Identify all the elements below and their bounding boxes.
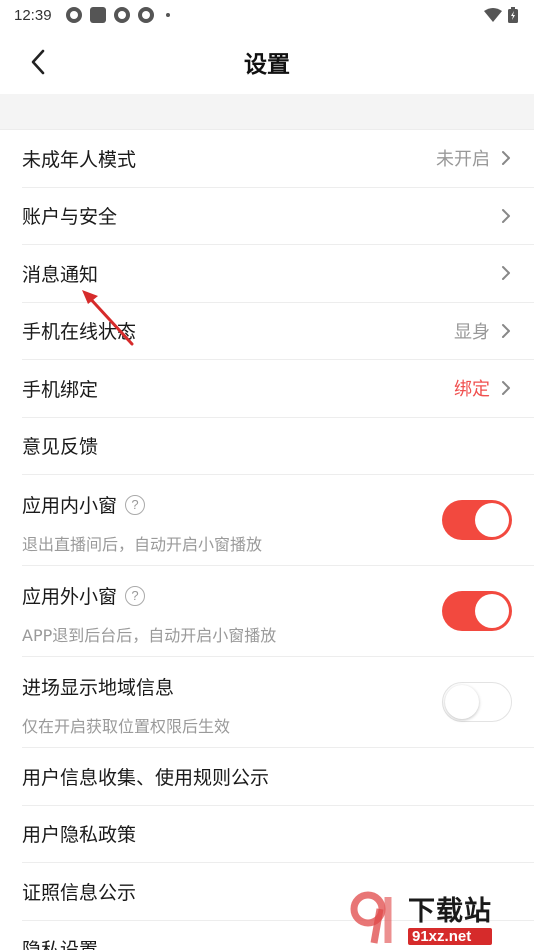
setting-right (442, 566, 512, 656)
setting-right (442, 657, 512, 747)
setting-phone-binding[interactable]: 手机绑定 绑定 (22, 360, 534, 418)
setting-label-group: 进场显示地域信息 (22, 673, 174, 700)
setting-description: 仅在开启获取位置权限后生效 (22, 717, 231, 736)
setting-privacy-policy[interactable]: 用户隐私政策 (22, 806, 534, 863)
toggle-knob (475, 594, 509, 628)
status-time: 12:39 (14, 6, 52, 24)
setting-right (442, 475, 512, 565)
setting-label: 隐私设置 (22, 935, 98, 950)
watermark-text: 下载站 91xz.net (408, 889, 492, 945)
section-divider (0, 94, 534, 130)
status-bar: 12:39 (0, 0, 534, 30)
chevron-right-icon (502, 208, 510, 223)
setting-label: 未成年人模式 (22, 148, 137, 171)
setting-label: 账户与安全 (22, 206, 118, 229)
setting-in-app-window: 应用内小窗 ? 退出直播间后，自动开启小窗播放 (22, 475, 534, 566)
app-circle-icon (65, 7, 82, 23)
status-right-icons (484, 7, 518, 23)
setting-description: APP退到后台后，自动开启小窗播放 (22, 626, 277, 645)
app-circle-icon (113, 7, 130, 23)
setting-right (500, 188, 512, 245)
setting-label-group: 应用外小窗 ? (22, 582, 146, 609)
page-title: 设置 (244, 52, 290, 78)
setting-value: 绑定 (454, 379, 490, 401)
help-icon[interactable]: ? (125, 494, 146, 515)
chevron-right-icon (502, 323, 510, 338)
dot-icon (165, 13, 170, 17)
in-app-window-toggle[interactable] (442, 500, 512, 540)
setting-out-app-window: 应用外小窗 ? APP退到后台后，自动开启小窗播放 (22, 566, 534, 657)
back-button[interactable] (20, 44, 56, 80)
setting-label-group: 应用内小窗 ? (22, 491, 146, 518)
setting-feedback[interactable]: 意见反馈 (22, 418, 534, 475)
chevron-right-icon (502, 381, 510, 396)
toggle-knob (475, 503, 509, 537)
setting-right: 显身 (454, 303, 512, 360)
setting-label: 意见反馈 (22, 436, 99, 459)
setting-label: 消息通知 (22, 263, 99, 286)
out-app-window-toggle[interactable] (442, 591, 512, 631)
setting-value: 显身 (454, 321, 490, 343)
battery-icon (508, 7, 518, 23)
setting-right: 绑定 (454, 360, 512, 417)
setting-right: 未开启 (436, 130, 512, 187)
setting-value: 未开启 (436, 149, 490, 171)
setting-region-info: 进场显示地域信息 仅在开启获取位置权限后生效 (22, 657, 534, 748)
setting-label: 进场显示地域信息 (22, 677, 175, 699)
setting-label: 用户隐私政策 (22, 824, 137, 847)
setting-notifications[interactable]: 消息通知 (22, 245, 534, 303)
setting-label: 应用内小窗 (22, 495, 118, 517)
setting-account-security[interactable]: 账户与安全 (22, 188, 534, 245)
status-icons (65, 7, 170, 23)
region-info-toggle[interactable] (442, 682, 512, 722)
stop-square-icon (89, 7, 106, 23)
toggle-knob (445, 685, 479, 719)
setting-description: 退出直播间后，自动开启小窗播放 (22, 535, 263, 554)
setting-label: 用户信息收集、使用规则公示 (22, 766, 270, 789)
setting-online-status[interactable]: 手机在线状态 显身 (22, 303, 534, 360)
watermark-url: 91xz.net (408, 928, 492, 945)
settings-list: 未成年人模式 未开启 账户与安全 消息通知 手机在线状态 显身 手机绑定 绑定 … (0, 130, 534, 950)
chevron-right-icon (502, 151, 510, 166)
help-icon[interactable]: ? (125, 585, 146, 606)
setting-label: 应用外小窗 (22, 586, 118, 608)
setting-label: 证照信息公示 (22, 881, 137, 904)
wifi-icon (484, 8, 502, 22)
app-circle-icon (137, 7, 154, 23)
setting-info-rules[interactable]: 用户信息收集、使用规则公示 (22, 748, 534, 806)
watermark-title: 下载站 (408, 896, 492, 927)
setting-label: 手机绑定 (22, 378, 99, 401)
chevron-right-icon (502, 266, 510, 281)
setting-label: 手机在线状态 (22, 321, 137, 344)
chevron-left-icon (31, 49, 45, 75)
header: 设置 (0, 30, 534, 94)
watermark: 下载站 91xz.net (344, 884, 534, 950)
setting-minor-mode[interactable]: 未成年人模式 未开启 (22, 130, 534, 188)
setting-right (500, 245, 512, 302)
watermark-logo-icon (350, 891, 392, 944)
